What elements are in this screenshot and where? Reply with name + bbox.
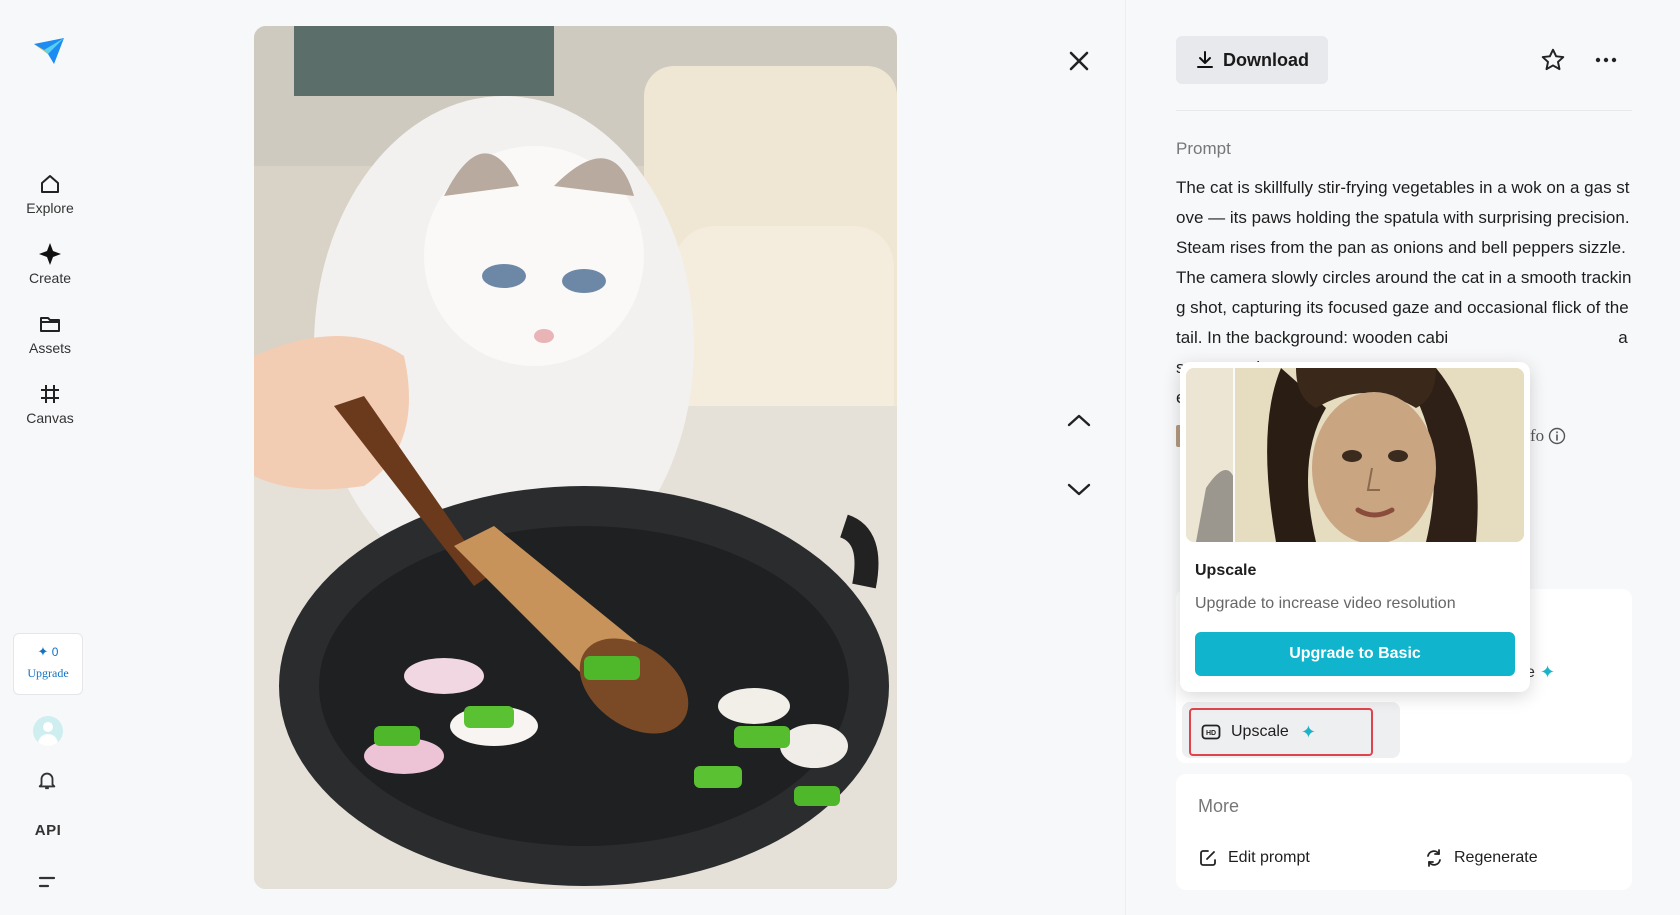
- frame-icon: [41, 385, 59, 403]
- close-icon[interactable]: [1066, 48, 1092, 74]
- menu-icon[interactable]: [38, 874, 58, 895]
- cat-cooking-image: [254, 26, 897, 889]
- sidebar: Explore Create Assets Canvas ✦ 0 Upgrade…: [0, 0, 100, 915]
- sidebar-item-label: Explore: [26, 200, 74, 216]
- sidebar-item-label: Assets: [28, 340, 71, 356]
- info-label: fo: [1530, 426, 1545, 445]
- api-link[interactable]: API: [0, 822, 96, 839]
- avatar[interactable]: [33, 716, 63, 746]
- download-icon: [1197, 51, 1213, 68]
- edit-icon: [1200, 850, 1216, 866]
- upscale-highlight[interactable]: HD Upscale ✦: [1189, 708, 1373, 756]
- sidebar-item-label: Canvas: [26, 410, 74, 426]
- app-logo-icon[interactable]: [32, 34, 64, 66]
- more-options-icon[interactable]: [1594, 50, 1618, 75]
- info-link[interactable]: fo: [1530, 426, 1566, 446]
- upscale-label: Upscale: [1231, 723, 1289, 740]
- home-icon: [41, 175, 59, 193]
- bell-icon[interactable]: [36, 769, 58, 796]
- generated-video-preview[interactable]: [254, 26, 897, 889]
- edit-prompt-label: Edit prompt: [1228, 849, 1310, 866]
- sidebar-item-explore[interactable]: Explore: [0, 172, 100, 216]
- info-icon: [1548, 427, 1566, 445]
- credit-count: 0: [51, 645, 59, 659]
- hd-icon: HD: [1201, 724, 1221, 740]
- chevron-up-icon[interactable]: [1066, 412, 1092, 433]
- popover-description: Upgrade to increase video resolution: [1195, 595, 1456, 612]
- credit-balance: ✦ 0: [14, 644, 82, 660]
- sparkle-icon: ✦: [37, 644, 49, 659]
- sparkle-icon: [39, 243, 61, 265]
- star-icon[interactable]: [1540, 47, 1566, 78]
- sidebar-item-canvas[interactable]: Canvas: [0, 382, 100, 426]
- sidebar-item-assets[interactable]: Assets: [0, 312, 100, 356]
- prompt-body: The cat is skillfully stir-frying vegeta…: [1176, 178, 1632, 347]
- edit-prompt-button[interactable]: Edit prompt: [1198, 848, 1310, 868]
- sparkle-icon: ✦: [1540, 662, 1556, 682]
- prompt-heading: Prompt: [1176, 139, 1231, 158]
- folder-icon: [40, 317, 60, 332]
- upgrade-link[interactable]: Upgrade: [14, 666, 82, 681]
- upscale-popover: Upscale Upgrade to increase video resolu…: [1180, 362, 1530, 692]
- download-button[interactable]: Download: [1176, 36, 1328, 84]
- regenerate-icon: [1427, 849, 1441, 867]
- sidebar-item-label: Create: [28, 270, 72, 286]
- popover-title: Upscale: [1195, 562, 1257, 579]
- credits-upgrade-box[interactable]: ✦ 0 Upgrade: [13, 633, 83, 695]
- divider: [1176, 110, 1632, 111]
- more-card: [1176, 774, 1632, 890]
- sidebar-item-create[interactable]: Create: [0, 242, 100, 286]
- chevron-down-icon[interactable]: [1066, 482, 1092, 503]
- panel-divider: [1125, 0, 1126, 915]
- upgrade-to-basic-button[interactable]: Upgrade to Basic: [1195, 632, 1515, 676]
- svg-text:HD: HD: [1206, 730, 1216, 737]
- more-heading: More: [1198, 796, 1240, 816]
- sparkle-icon: ✦: [1300, 721, 1316, 742]
- upscale-preview-image: [1186, 368, 1524, 542]
- regenerate-label: Regenerate: [1454, 849, 1538, 866]
- regenerate-button[interactable]: Regenerate: [1424, 848, 1538, 868]
- download-label: Download: [1223, 49, 1309, 70]
